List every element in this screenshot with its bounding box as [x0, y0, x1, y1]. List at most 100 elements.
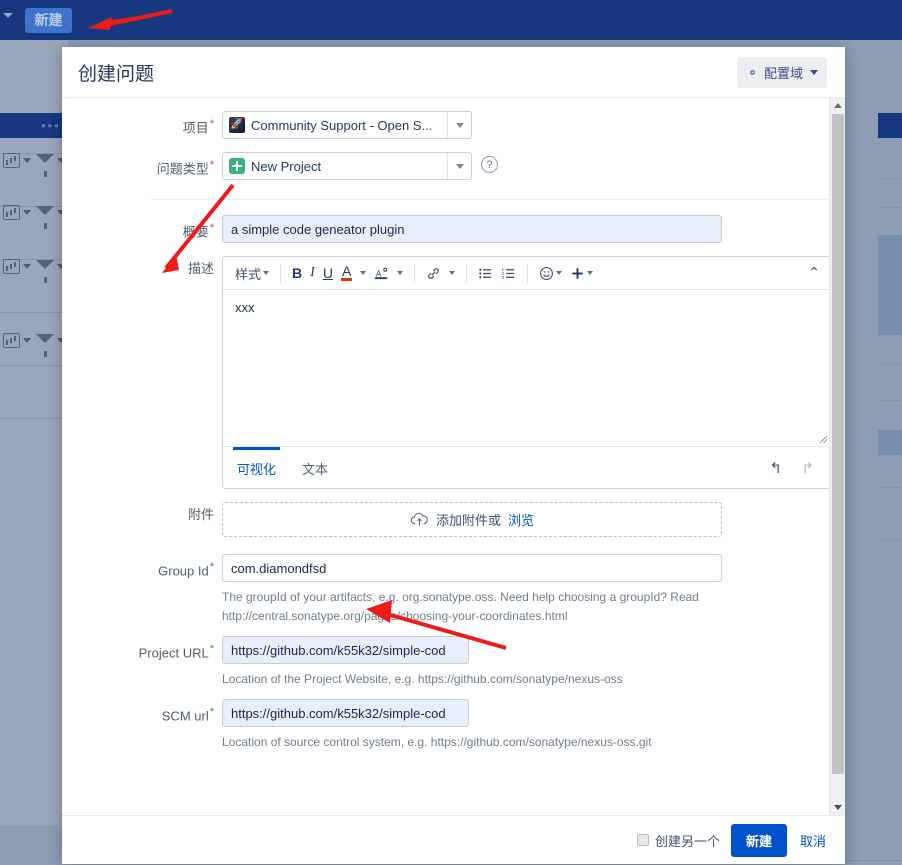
tab-text[interactable]: 文本 — [300, 448, 330, 488]
create-issue-nav-button[interactable]: 新建 — [25, 8, 72, 33]
bar-chart-icon[interactable] — [3, 259, 20, 274]
bold-button[interactable]: B — [288, 263, 306, 283]
summary-input[interactable] — [222, 215, 722, 243]
label-text: Group Id — [158, 563, 209, 579]
bar-chart-icon[interactable] — [3, 205, 20, 220]
cancel-button[interactable]: 取消 — [798, 827, 828, 854]
configure-fields-button[interactable]: 配置域 — [736, 56, 827, 88]
required-marker: * — [209, 118, 214, 130]
undo-icon[interactable]: ↰ — [769, 459, 782, 477]
link-button[interactable] — [422, 264, 445, 283]
attachment-dropzone[interactable]: 添加附件或 浏览 — [222, 502, 722, 537]
editor-mode-tabs: 可视化 文本 ↰ ↱ — [223, 446, 830, 488]
create-another-checkbox-row[interactable]: 创建另一个 — [636, 831, 720, 850]
project-select-arrow[interactable] — [447, 112, 471, 138]
highlight-color-dropdown[interactable] — [393, 269, 407, 277]
required-marker: * — [209, 706, 214, 718]
field-control-project: Community Support - Open S... — [222, 111, 829, 139]
required-marker: * — [209, 222, 214, 234]
required-marker: * — [209, 159, 214, 171]
chevron-down-icon[interactable] — [23, 264, 31, 269]
link-dropdown[interactable] — [445, 269, 459, 277]
scm-url-input[interactable] — [222, 699, 469, 727]
project-select[interactable]: Community Support - Open S... — [222, 111, 472, 139]
field-label-scm-url: SCM url* — [62, 699, 222, 724]
emoji-button[interactable] — [535, 264, 566, 283]
text-color-button[interactable]: A — [337, 263, 356, 283]
chevron-down-icon — [455, 122, 464, 128]
style-dropdown-button[interactable]: 样式 — [231, 262, 273, 285]
bar-chart-icon[interactable] — [3, 333, 20, 348]
insert-more-button[interactable] — [566, 264, 597, 283]
italic-button[interactable]: I — [306, 263, 319, 283]
page-title: 创建问题 — [78, 63, 155, 85]
ellipsis-icon: ••• — [41, 118, 61, 133]
filter-icon[interactable] — [36, 154, 54, 177]
svg-text:A: A — [376, 268, 382, 278]
chevron-down-icon — [556, 271, 563, 275]
cloud-upload-icon — [410, 512, 429, 527]
field-attachment: 附件 添加附件或 浏览 — [62, 502, 829, 537]
field-label-group-id: Group Id* — [62, 554, 222, 579]
green-plus-icon — [229, 158, 245, 174]
scrollbar-thumb[interactable] — [832, 114, 844, 774]
project-select-text: Community Support - Open S... — [251, 117, 433, 133]
background-row-divider — [0, 312, 68, 313]
chevron-down-icon — [455, 163, 464, 169]
chevron-down-icon[interactable] — [23, 210, 31, 215]
background-row-divider — [878, 207, 902, 208]
filter-icon[interactable] — [36, 334, 54, 357]
text-color-dropdown[interactable] — [356, 269, 370, 277]
configure-fields-label: 配置域 — [763, 65, 803, 81]
background-highlight-block — [878, 113, 902, 138]
required-marker: * — [209, 643, 214, 655]
dialog-footer: 创建另一个 新建 取消 — [62, 815, 845, 864]
chevron-up-icon[interactable]: ⌃ — [808, 264, 820, 281]
chevron-down-icon — [360, 271, 367, 275]
scroll-down-arrow-icon[interactable] — [830, 800, 845, 815]
issue-type-select[interactable]: New Project — [222, 152, 472, 180]
issue-type-select-arrow[interactable] — [447, 153, 471, 179]
filter-icon[interactable] — [36, 260, 54, 283]
highlight-icon: A — [375, 267, 388, 279]
background-row-divider — [878, 400, 902, 401]
chevron-down-icon — [810, 69, 818, 75]
label-text: 概要 — [182, 224, 209, 240]
tab-visual[interactable]: 可视化 — [232, 446, 281, 488]
background-row-divider — [0, 418, 68, 419]
field-scm-url: SCM url* Location of source control syst… — [62, 699, 829, 752]
bar-chart-icon[interactable] — [3, 153, 20, 168]
bullet-list-button[interactable] — [474, 264, 497, 283]
toolbar-separator — [466, 263, 468, 283]
field-label-project-url: Project URL* — [62, 636, 222, 661]
resize-grip-icon[interactable] — [820, 436, 827, 443]
chevron-down-icon[interactable] — [23, 158, 31, 163]
required-marker: * — [209, 561, 214, 573]
filter-icon[interactable] — [36, 206, 54, 229]
description-textarea[interactable]: xxx — [223, 290, 830, 446]
numbered-list-button[interactable]: 1 2 3 — [497, 264, 520, 283]
group-id-input[interactable] — [222, 554, 722, 582]
rocket-project-icon — [229, 117, 245, 133]
description-editor: 样式 B I U A A 1 2 3 ⌃ xxx 可视化 文本 ↰ ↱ — [222, 256, 831, 489]
chevron-down-icon[interactable] — [23, 338, 31, 343]
top-navigation-bar: 新建 — [0, 0, 902, 40]
issue-type-select-value: New Project — [223, 153, 447, 179]
plus-icon — [572, 267, 583, 279]
svg-text:3: 3 — [502, 275, 505, 280]
field-control-description: 样式 B I U A A 1 2 3 ⌃ xxx 可视化 文本 ↰ ↱ — [222, 256, 831, 489]
toolbar-separator — [527, 263, 529, 283]
browse-link[interactable]: 浏览 — [508, 510, 534, 529]
field-control-group-id: The groupId of your artifacts, e.g. org.… — [222, 554, 829, 626]
highlight-color-button[interactable]: A — [370, 264, 393, 283]
question-mark-icon[interactable]: ? — [481, 156, 498, 173]
underline-button[interactable]: U — [319, 263, 337, 283]
submit-create-button[interactable]: 新建 — [730, 823, 787, 857]
chevron-down-icon — [587, 271, 594, 275]
field-control-issue-type: New Project ? — [222, 152, 829, 180]
create-another-checkbox[interactable] — [636, 834, 649, 846]
scroll-up-arrow-icon[interactable] — [830, 98, 845, 113]
project-url-input[interactable] — [222, 636, 469, 664]
redo-icon[interactable]: ↱ — [801, 459, 814, 477]
dialog-scrollbar[interactable] — [829, 98, 845, 815]
